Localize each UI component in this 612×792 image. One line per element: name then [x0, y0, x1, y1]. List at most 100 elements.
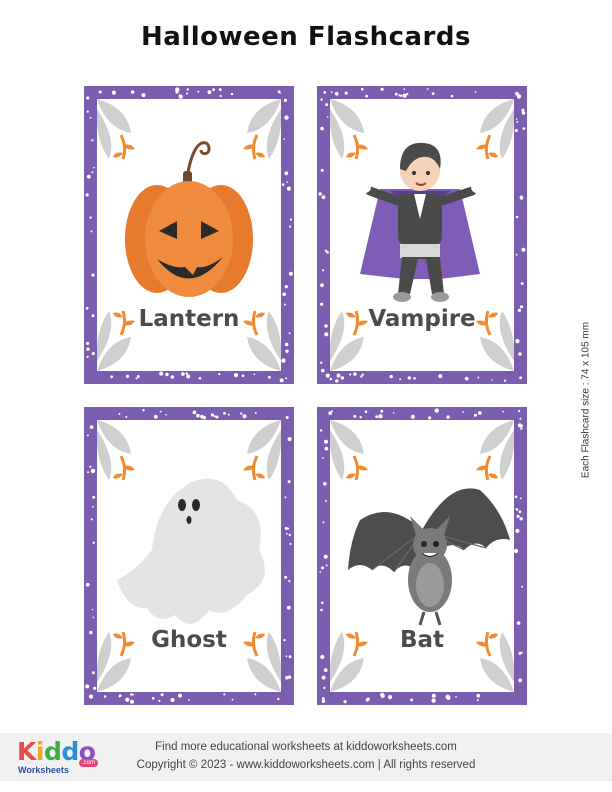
border-dot	[321, 566, 325, 570]
border-dot	[130, 90, 135, 94]
border-dot	[398, 94, 401, 97]
border-dot	[515, 118, 518, 120]
border-dot	[375, 415, 378, 419]
border-dot	[288, 533, 291, 537]
border-dot	[514, 128, 518, 133]
border-dot	[521, 247, 526, 252]
border-dot	[366, 697, 370, 701]
border-dot	[335, 379, 339, 383]
border-dot	[321, 195, 326, 200]
border-dot	[283, 638, 286, 642]
border-dot	[473, 413, 477, 417]
border-dot	[518, 510, 522, 514]
border-dot	[476, 699, 479, 702]
border-dot	[320, 608, 323, 612]
border-dot	[286, 527, 290, 530]
border-dot	[141, 93, 146, 98]
border-dot	[288, 332, 291, 335]
border-dot	[103, 695, 107, 698]
border-dot	[320, 98, 323, 101]
border-dot	[89, 465, 92, 468]
border-dot	[519, 417, 522, 420]
border-dot	[289, 225, 292, 228]
border-dot	[284, 342, 289, 347]
border-dot	[353, 372, 357, 376]
border-dot	[502, 410, 505, 413]
border-dot	[394, 92, 398, 96]
flashcard-lantern: Lantern	[84, 86, 294, 384]
border-dot	[227, 413, 230, 416]
border-dot	[325, 103, 329, 107]
border-dot	[91, 139, 94, 142]
border-dot	[196, 413, 200, 418]
border-dot	[389, 374, 393, 379]
border-dot	[91, 314, 95, 318]
border-dot	[324, 499, 327, 502]
border-dot	[130, 699, 134, 704]
border-dot	[319, 571, 322, 573]
border-dot	[434, 408, 439, 413]
border-dot	[447, 696, 451, 700]
border-dot	[516, 120, 519, 123]
border-dot	[321, 699, 326, 703]
border-dot	[223, 693, 226, 696]
border-dot	[329, 377, 333, 381]
border-dot	[89, 216, 92, 219]
border-dot	[159, 410, 162, 413]
border-dot	[219, 94, 222, 98]
border-dot	[89, 630, 93, 635]
card-inner: Vampire	[330, 99, 514, 371]
border-dot	[91, 352, 95, 356]
border-dot	[515, 528, 520, 533]
border-dot	[388, 695, 393, 700]
border-dot	[110, 375, 113, 379]
border-dot	[410, 698, 413, 702]
border-dot	[254, 412, 257, 414]
border-dot	[90, 468, 96, 474]
border-dot	[521, 585, 524, 588]
border-dot	[380, 87, 384, 91]
border-dot	[200, 414, 204, 419]
border-dot	[118, 695, 121, 698]
border-dot	[340, 376, 345, 380]
card-word: Ghost	[151, 627, 227, 653]
border-dot	[323, 91, 327, 94]
border-dot	[519, 196, 524, 200]
border-dot	[431, 92, 435, 95]
border-dot	[322, 521, 325, 524]
border-dot	[86, 355, 89, 358]
border-dot	[175, 87, 180, 92]
border-dot	[320, 302, 324, 306]
flashcard-ghost: Ghost	[84, 407, 294, 705]
border-dot	[165, 414, 167, 416]
border-dot	[285, 377, 288, 380]
border-dot	[286, 186, 291, 191]
border-dot	[284, 115, 289, 120]
border-dot	[85, 684, 90, 689]
border-dot	[88, 694, 94, 699]
border-dot	[285, 675, 289, 680]
border-dot	[218, 88, 222, 92]
border-dot	[215, 415, 219, 419]
border-dot	[521, 108, 525, 112]
border-dot	[287, 437, 292, 442]
border-dot	[151, 697, 155, 700]
border-dot	[285, 349, 289, 353]
border-dot	[515, 508, 519, 511]
flashcard-bat: Bat	[317, 407, 527, 705]
border-dot	[349, 373, 352, 376]
border-dot	[142, 409, 145, 412]
border-dot	[517, 308, 521, 312]
border-dot	[283, 303, 286, 306]
border-dot	[197, 90, 200, 93]
border-dot	[503, 379, 507, 382]
footer-line-1: Find more educational worksheets at kidd…	[155, 741, 457, 753]
border-dot	[289, 218, 292, 221]
border-dot	[464, 376, 469, 381]
border-dot	[326, 116, 329, 118]
border-dot	[281, 183, 285, 186]
border-dot	[321, 601, 324, 605]
border-dot	[287, 480, 291, 484]
border-dot	[242, 414, 247, 419]
border-dot	[515, 215, 519, 219]
